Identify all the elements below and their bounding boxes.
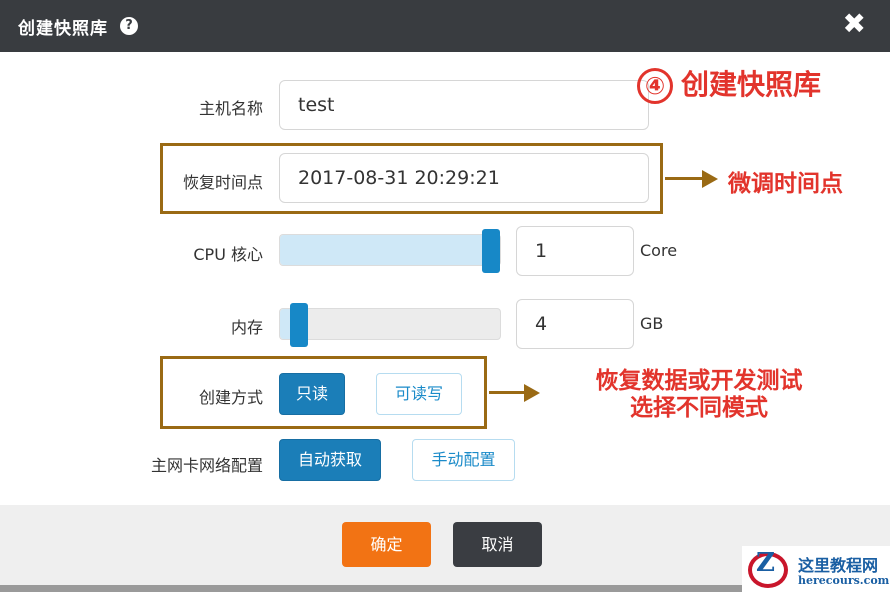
watermark-logo-letter: Z	[756, 548, 775, 578]
watermark-name: 这里教程网	[798, 556, 879, 575]
create-mode-arrow-head	[524, 384, 540, 402]
nic-config-label: 主网卡网络配置	[150, 456, 263, 475]
close-icon[interactable]: ✖	[843, 9, 866, 39]
cancel-button[interactable]: 取消	[453, 522, 542, 567]
create-mode-arrow-line	[489, 391, 525, 394]
create-mode-note-line1: 恢复数据或开发测试	[595, 368, 803, 394]
dialog-title: 创建快照库	[18, 19, 108, 39]
manual-config-button[interactable]: 手动配置	[412, 439, 515, 481]
create-mode-highlight-box	[160, 356, 487, 429]
cpu-value-input[interactable]: 1	[516, 226, 634, 276]
step-annotation: ④ 创建快照库	[637, 63, 821, 104]
cpu-slider-fill	[280, 235, 491, 265]
host-name-label: 主机名称	[198, 99, 263, 118]
step-annotation-title: 创建快照库	[681, 68, 822, 101]
create-mode-note-line2: 选择不同模式	[630, 395, 768, 421]
cpu-slider-handle[interactable]	[482, 229, 500, 273]
step-number-badge: ④	[637, 68, 673, 104]
auto-obtain-button[interactable]: 自动获取	[279, 439, 381, 481]
help-icon[interactable]: ?	[120, 17, 138, 35]
watermark-site: herecours.com	[798, 574, 890, 587]
restore-time-arrow-head	[702, 170, 718, 188]
cpu-slider[interactable]	[279, 229, 501, 273]
memory-unit: GB	[640, 314, 664, 333]
restore-time-arrow-line	[665, 177, 703, 180]
create-mode-note: 恢复数据或开发测试 选择不同模式	[574, 368, 824, 422]
cpu-label: CPU 核心	[193, 245, 263, 264]
restore-time-note: 微调时间点	[728, 171, 843, 197]
dialog-titlebar: 创建快照库 ? ✖	[0, 0, 890, 52]
host-name-input[interactable]: test	[279, 80, 649, 130]
cpu-unit: Core	[640, 241, 678, 260]
memory-value-input[interactable]: 4	[516, 299, 634, 349]
memory-label: 内存	[230, 318, 263, 337]
memory-slider[interactable]	[279, 303, 501, 347]
confirm-button[interactable]: 确定	[342, 522, 431, 567]
memory-slider-handle[interactable]	[290, 303, 308, 347]
restore-time-highlight-box	[160, 143, 663, 214]
watermark: Z 这里教程网 herecours.com	[742, 546, 890, 592]
